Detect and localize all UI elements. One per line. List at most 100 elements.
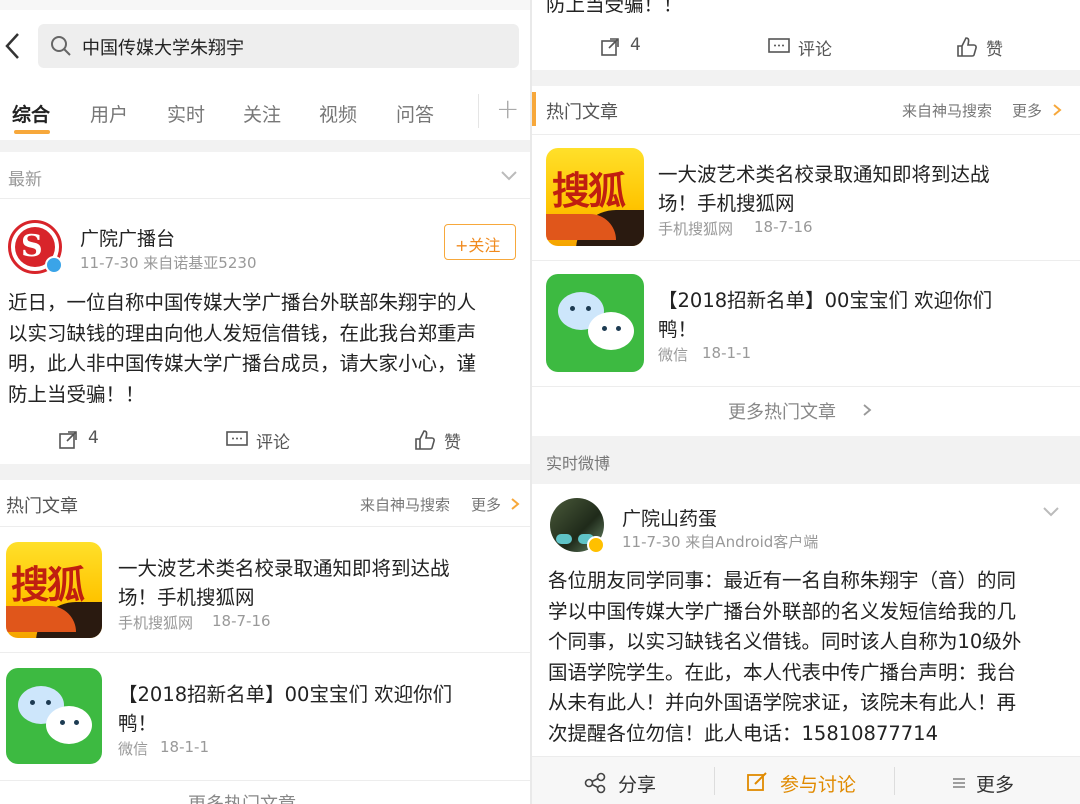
like-label: 赞 <box>986 40 1003 60</box>
discuss-label: 参与讨论 <box>780 774 857 796</box>
tab-bar: 综合 用户 实时 关注 视频 问答 + <box>0 86 530 138</box>
post-clipped-text: 防上当受骗！！ <box>546 0 683 16</box>
tab-separator <box>478 94 479 128</box>
sohu-logo-text: 搜狐 <box>11 563 85 607</box>
discuss-button[interactable]: 参与讨论 <box>746 767 886 797</box>
share-icon <box>584 772 606 794</box>
bottom-action-bar: 分享 参与讨论 更多 <box>532 756 1080 804</box>
right-screenshot: 防上当受骗！！ 4 评论 赞 热门文章 来自神马搜索 更多 搜狐 一大波艺术类名… <box>532 0 1080 804</box>
tab-realtime[interactable]: 实时 <box>167 100 205 127</box>
like-button[interactable]: 赞 <box>414 426 474 456</box>
divider <box>894 767 895 795</box>
search-header: 中国传媒大学朱翔宇 <box>0 10 530 84</box>
post-meta: 11-7-30 来自诺基亚5230 <box>80 254 257 272</box>
divider <box>532 386 1080 387</box>
article-source: 手机搜狐网 <box>118 614 194 632</box>
article-title: 【2018招新名单】00宝宝们 欢迎你们 <box>658 289 993 312</box>
article-item[interactable]: 【2018招新名单】00宝宝们 欢迎你们 鸭！ 微信 18-1-1 <box>0 660 530 776</box>
wechat-logo-icon <box>546 274 644 372</box>
article-item[interactable]: 搜狐 一大波艺术类名校录取通知即将到达战 场！手机搜狐网 手机搜狐网 18-7-… <box>532 140 1080 258</box>
comment-label: 评论 <box>256 433 290 453</box>
realtime-title: 实时微博 <box>546 454 611 473</box>
status-bar <box>0 0 530 10</box>
article-source: 手机搜狐网 <box>658 220 734 238</box>
share-label: 分享 <box>618 774 657 796</box>
divider <box>714 767 715 795</box>
article-item[interactable]: 搜狐 一大波艺术类名校录取通知即将到达战 场！手机搜狐网 手机搜狐网 18-7-… <box>0 534 530 650</box>
sohu-logo-icon: 搜狐 <box>546 148 644 246</box>
comment-button[interactable]: 评论 <box>226 426 306 456</box>
article-item[interactable]: 【2018招新名单】00宝宝们 欢迎你们 鸭！ 微信 18-1-1 <box>532 266 1080 382</box>
back-arrow-icon[interactable] <box>4 32 22 60</box>
like-button[interactable]: 赞 <box>956 33 1016 63</box>
article-source: 微信 <box>118 740 149 758</box>
chevron-right-icon <box>1053 104 1062 116</box>
hot-articles-more[interactable]: 更多 <box>1012 100 1042 121</box>
search-icon <box>51 36 71 56</box>
article-title: 鸭！ <box>658 318 698 341</box>
search-query: 中国传媒大学朱翔宇 <box>82 38 244 59</box>
divider <box>0 198 530 199</box>
divider <box>0 780 530 781</box>
like-label: 赞 <box>444 433 461 453</box>
edit-icon <box>747 772 767 791</box>
chevron-right-icon <box>863 404 872 416</box>
more-label: 更多 <box>976 774 1015 796</box>
more-articles-link[interactable]: 更多热门文章 <box>728 398 836 424</box>
post-body: 近日，一位自称中国传媒大学广播台外联部朱翔宇的人 以实习缺钱的理由向他人发短信借… <box>8 288 523 410</box>
tab-add-button[interactable]: + <box>496 92 519 125</box>
tab-following[interactable]: 关注 <box>243 100 281 127</box>
tab-active-underline <box>14 130 50 134</box>
post-author[interactable]: 广院广播台 <box>80 224 175 251</box>
article-title: 一大波艺术类名校录取通知即将到达战 <box>658 163 990 186</box>
left-screenshot: 中国传媒大学朱翔宇 综合 用户 实时 关注 视频 问答 + 最新 S 广院广播台… <box>0 0 530 804</box>
thumbs-up-icon <box>957 37 977 57</box>
more-button[interactable]: 更多 <box>952 767 1042 797</box>
section-gap <box>0 140 530 152</box>
thumbs-up-icon <box>415 430 435 450</box>
hot-articles-source: 来自神马搜索 <box>902 102 993 120</box>
comment-button[interactable]: 评论 <box>768 33 848 63</box>
tab-users[interactable]: 用户 <box>90 100 128 127</box>
follow-button[interactable]: +关注 <box>444 224 516 260</box>
realtime-header: 实时微博 <box>532 436 1080 484</box>
post-line: 个同事，以实习缺钱名义借钱。同时该人自称为10级外 <box>548 630 1022 653</box>
hot-articles-more[interactable]: 更多 <box>471 494 501 515</box>
repost-button[interactable]: 4 <box>58 426 118 456</box>
tab-qa[interactable]: 问答 <box>396 100 434 127</box>
post-meta: 11-7-30 来自Android客户端 <box>622 533 819 551</box>
menu-icon <box>953 778 965 788</box>
repost-count: 4 <box>88 428 99 448</box>
sohu-logo-text: 搜狐 <box>552 169 626 213</box>
latest-title: 最新 <box>8 170 42 190</box>
chevron-down-icon[interactable] <box>1042 506 1060 518</box>
divider <box>532 134 1080 135</box>
share-button[interactable]: 分享 <box>584 767 674 797</box>
tab-all[interactable]: 综合 <box>12 100 50 127</box>
article-title: 【2018招新名单】00宝宝们 欢迎你们 <box>118 683 453 706</box>
chevron-down-icon[interactable] <box>500 170 518 182</box>
repost-count: 4 <box>630 35 641 55</box>
post-line: 以实习缺钱的理由向他人发短信借钱，在此我台郑重声 <box>8 321 477 345</box>
search-input[interactable]: 中国传媒大学朱翔宇 <box>38 24 519 68</box>
article-source: 微信 <box>658 346 689 364</box>
article-title: 场！手机搜狐网 <box>118 586 255 609</box>
sohu-logo-icon: 搜狐 <box>6 542 102 638</box>
divider <box>532 260 1080 261</box>
repost-button[interactable]: 4 <box>600 33 660 63</box>
tab-video[interactable]: 视频 <box>319 100 357 127</box>
article-title: 鸭！ <box>118 712 158 735</box>
hot-articles-source: 来自神马搜索 <box>360 496 451 514</box>
divider <box>0 526 530 527</box>
post-actions: 4 评论 赞 <box>0 420 530 462</box>
hot-articles-title: 热门文章 <box>546 102 618 123</box>
article-date: 18-7-16 <box>212 612 271 630</box>
post-line: 学以中国传媒大学广播台外联部的名义发短信给我的几 <box>548 599 1017 623</box>
post-author[interactable]: 广院山药蛋 <box>622 504 717 531</box>
verified-badge-icon <box>45 256 63 274</box>
post-line: 次提醒各位勿信！此人电话：15810877714 <box>548 721 938 745</box>
section-gap <box>0 464 530 480</box>
repost-icon <box>59 431 77 449</box>
post-line: 近日，一位自称中国传媒大学广播台外联部朱翔宇的人 <box>8 291 477 314</box>
more-articles-link[interactable]: 更多热门文章 <box>188 790 296 804</box>
